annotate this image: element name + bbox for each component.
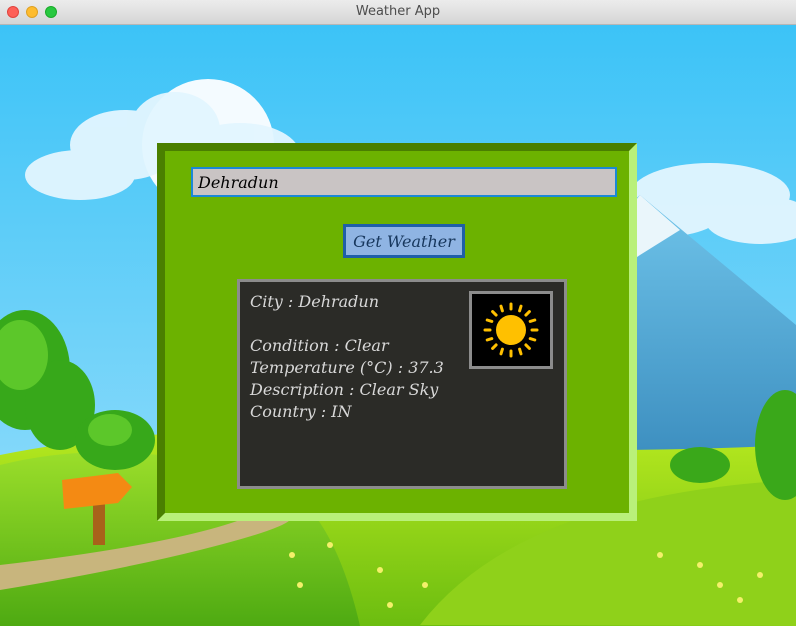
result-description: Description : Clear Sky <box>250 380 439 399</box>
weather-panel: Get Weather City : Dehradun Condition : … <box>157 143 637 521</box>
weather-icon-box <box>469 291 553 369</box>
weather-app-window: Weather App Dehradun Get Weather City: … <box>0 0 796 626</box>
weather-result-box: City : Dehradun Condition : Clear Temper… <box>237 279 567 489</box>
result-country: Country : IN <box>250 402 352 421</box>
title-bar: Weather App <box>0 0 796 25</box>
city-search-input[interactable] <box>191 167 617 197</box>
get-weather-button[interactable]: Get Weather <box>343 224 465 258</box>
window-title: Weather App <box>355 4 441 19</box>
sun-icon <box>483 302 539 358</box>
